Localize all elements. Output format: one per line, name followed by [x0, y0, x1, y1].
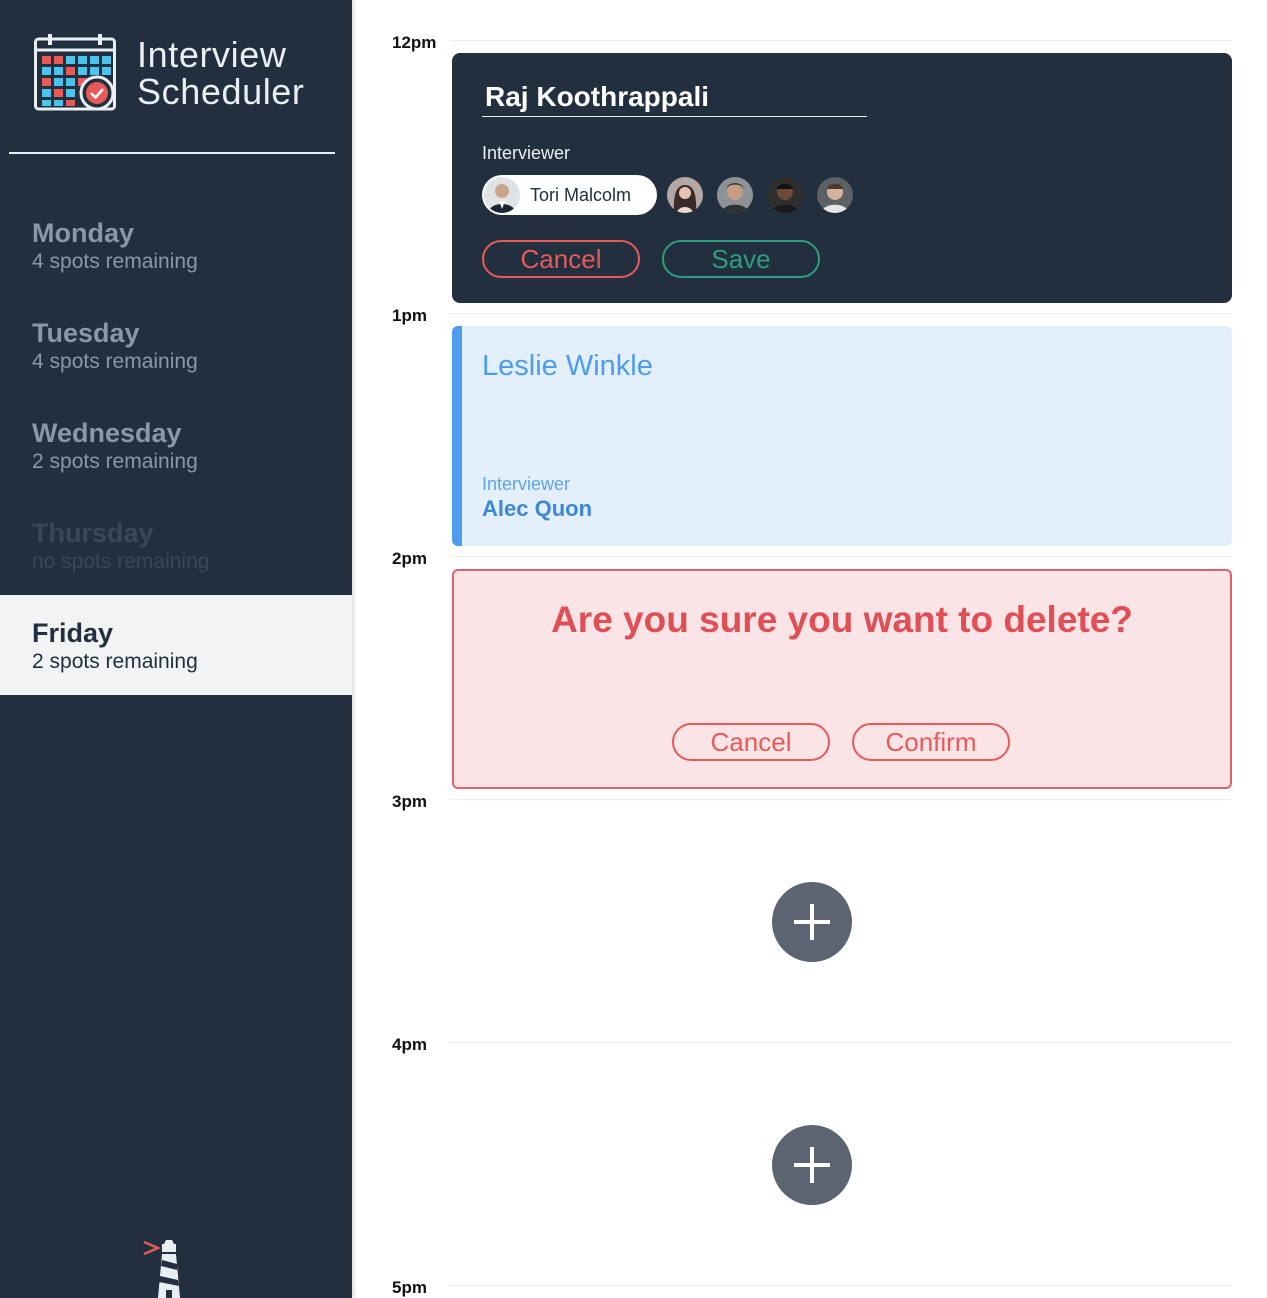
day-name: Tuesday [32, 318, 140, 348]
hour-divider [449, 799, 1232, 800]
day-name: Monday [32, 218, 135, 248]
student-name-input[interactable] [482, 77, 867, 117]
day-item-friday[interactable]: Friday 2 spots remaining [0, 595, 352, 695]
add-icon [794, 1147, 830, 1183]
day-item-wednesday[interactable]: Wednesday 2 spots remaining [0, 395, 352, 495]
hour-divider [449, 556, 1232, 557]
day-spots: 2 spots remaining [32, 450, 198, 473]
day-spots: 4 spots remaining [32, 250, 198, 273]
save-button[interactable]: Save [662, 240, 820, 278]
appointment-student-name: Leslie Winkle [482, 350, 653, 382]
appointment-accent-bar [452, 326, 462, 546]
day-spots: no spots remaining [32, 550, 210, 573]
hour-divider [449, 1285, 1232, 1286]
avatar [484, 177, 520, 213]
day-spots: 4 spots remaining [32, 350, 198, 373]
day-name: Thursday [32, 518, 154, 548]
interviewer-name: Tori Malcolm [530, 185, 632, 205]
delete-confirmation: Are you sure you want to delete? Cancel … [452, 569, 1232, 789]
app-title-line1: Interview [137, 34, 287, 75]
day-name: Friday [32, 618, 114, 648]
appointment-form: Interviewer Tori Malcolm [452, 53, 1232, 303]
hour-label-5pm: 5pm [392, 1278, 427, 1297]
hour-label-1pm: 1pm [392, 306, 427, 325]
add-icon [794, 904, 830, 940]
day-spots: 2 spots remaining [32, 650, 198, 673]
appointment-interviewer-name: Alec Quon [482, 496, 593, 521]
interviewer-label: Interviewer [482, 143, 571, 163]
day-item-monday[interactable]: Monday 4 spots remaining [0, 195, 352, 295]
hour-divider [449, 40, 1232, 41]
hour-divider [449, 313, 1232, 314]
interviewer-option[interactable] [817, 177, 853, 213]
cancel-button[interactable]: Cancel [482, 240, 640, 278]
schedule: 12pm 1pm 2pm 3pm 4pm 5pm Interviewer Tor… [352, 0, 1267, 1298]
appointment-card[interactable]: Leslie Winkle Interviewer Alec Quon [452, 326, 1232, 546]
hour-label-3pm: 3pm [392, 792, 427, 811]
calendar-logo-icon [34, 34, 116, 111]
hour-label-12pm: 12pm [392, 33, 437, 52]
day-name: Wednesday [32, 418, 182, 448]
confirm-cancel-button[interactable]: Cancel [672, 723, 830, 761]
interviewer-option[interactable] [717, 177, 753, 213]
hour-label-4pm: 4pm [392, 1035, 427, 1054]
lighthouse-icon [143, 1240, 180, 1298]
sidebar: Interview Scheduler Monday 4 spots remai… [0, 0, 352, 1298]
app-title: Interview Scheduler [137, 36, 305, 110]
appointment-interviewer-label: Interviewer [482, 474, 571, 494]
confirm-delete-button[interactable]: Confirm [852, 723, 1010, 761]
add-appointment-button[interactable] [772, 1125, 852, 1205]
day-list: Monday 4 spots remaining Tuesday 4 spots… [0, 195, 352, 695]
add-appointment-button[interactable] [772, 882, 852, 962]
day-item-tuesday[interactable]: Tuesday 4 spots remaining [0, 295, 352, 395]
confirm-message: Are you sure you want to delete? [551, 599, 1133, 640]
hour-divider [449, 1042, 1232, 1043]
sidebar-divider [9, 152, 335, 154]
hour-label-2pm: 2pm [392, 549, 427, 568]
interviewer-option-selected[interactable]: Tori Malcolm [482, 175, 657, 215]
interviewer-option[interactable] [667, 177, 703, 213]
app-title-line2: Scheduler [137, 71, 305, 112]
day-item-thursday[interactable]: Thursday no spots remaining [0, 495, 352, 595]
interviewer-option[interactable] [767, 177, 803, 213]
